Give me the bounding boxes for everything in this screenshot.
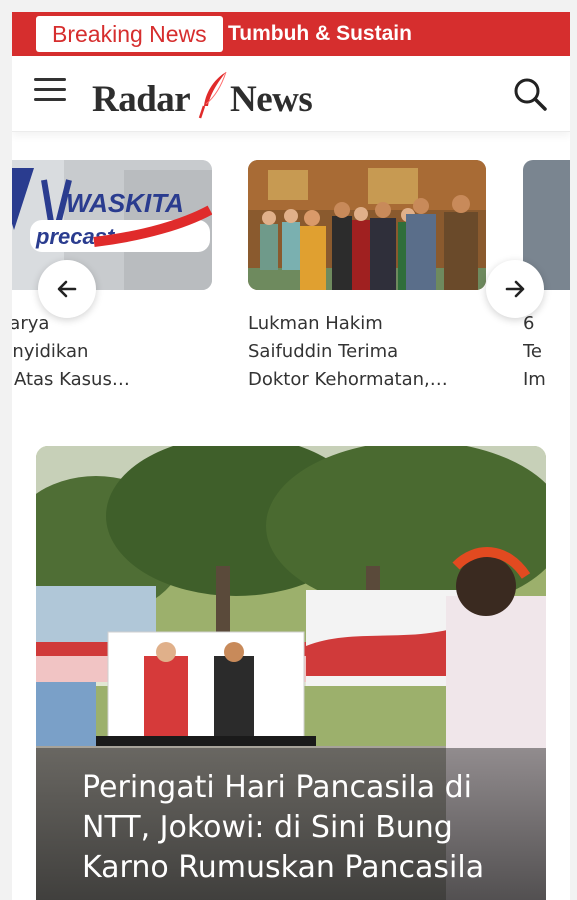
carousel-next-button[interactable] [486, 260, 544, 318]
card-title[interactable]: 6 Te Im [523, 310, 570, 394]
arrow-right-icon [505, 280, 525, 298]
news-carousel: WASKITA precast ta Karya g Penyidikan un… [12, 152, 570, 412]
search-icon[interactable] [512, 76, 548, 112]
card-thumbnail[interactable]: WASKITA precast [12, 160, 212, 290]
site-logo[interactable]: Radar News [92, 68, 352, 124]
card-title[interactable]: Lukman Hakim Saifuddin Terima Doktor Keh… [248, 310, 486, 394]
card-title[interactable]: ta Karya g Penyidikan ung Atas Kasus… [12, 310, 212, 394]
arrow-left-icon [57, 280, 77, 298]
featured-headline[interactable]: Peringati Hari Pancasila di NTT, Jokowi:… [82, 768, 502, 888]
logo-word-radar: Radar [92, 79, 191, 120]
hamburger-menu-icon[interactable] [34, 78, 66, 108]
feather-logo-icon [198, 71, 227, 119]
ticker-items: Tumbuh & SustainDu [228, 12, 570, 56]
featured-article[interactable]: Peringati Hari Pancasila di NTT, Jokowi:… [36, 446, 546, 900]
ticker-item[interactable]: Tumbuh & Sustain [228, 12, 412, 56]
card-thumbnail[interactable] [248, 160, 486, 290]
breaking-news-bar: Breaking News Tumbuh & SustainDu [12, 12, 570, 56]
waskita-logo-text: WASKITA [66, 188, 184, 218]
site-header: Radar News [12, 56, 570, 132]
breaking-news-label: Breaking News [36, 16, 223, 52]
logo-word-news: News [230, 79, 313, 120]
page: Breaking News Tumbuh & SustainDu Radar N… [12, 12, 570, 900]
carousel-card[interactable]: Lukman Hakim Saifuddin Terima Doktor Keh… [248, 160, 486, 394]
carousel-prev-button[interactable] [38, 260, 96, 318]
